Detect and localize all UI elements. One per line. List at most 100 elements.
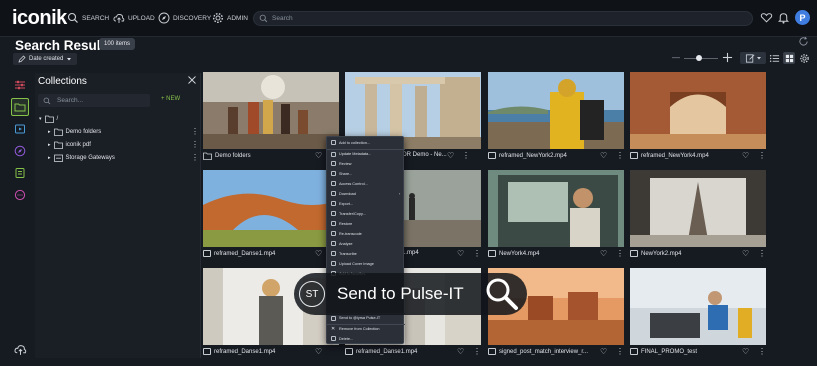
tree-item-demo-folders[interactable]: ▸ Demo folders bbox=[48, 128, 101, 136]
rail-comments[interactable] bbox=[11, 186, 29, 204]
rail-media[interactable] bbox=[11, 120, 29, 138]
asset-thumbnail[interactable] bbox=[203, 170, 339, 247]
more-icon[interactable]: ⋮ bbox=[616, 151, 624, 160]
upload-cloud-icon[interactable] bbox=[14, 343, 27, 356]
more-icon[interactable]: ⋮ bbox=[191, 154, 199, 162]
favorite-icon[interactable]: ♡ bbox=[315, 347, 322, 356]
asset-name: reframed_Danse1.mp4 bbox=[356, 348, 418, 355]
asset-tile[interactable]: FINAL_PROMO_test ♡ ⋮ bbox=[630, 268, 766, 366]
menu-item-retranscode[interactable]: Re-transcode bbox=[327, 229, 405, 238]
tree-root[interactable]: ▾ / bbox=[39, 115, 58, 123]
menu-item-update-metadata[interactable]: Update Metadata... bbox=[327, 149, 405, 158]
asset-name: reframed_Danse1.mp4 bbox=[214, 250, 276, 257]
nav-search[interactable]: SEARCH bbox=[67, 12, 109, 24]
heart-icon[interactable] bbox=[760, 11, 773, 24]
rail-documents[interactable] bbox=[11, 164, 29, 182]
tree-item-storage-gateways[interactable]: ▸ Storage Gateways bbox=[48, 154, 115, 162]
more-icon[interactable]: ⋮ bbox=[462, 151, 470, 160]
view-settings-button[interactable] bbox=[798, 52, 810, 64]
menu-item-delete[interactable]: Delete... bbox=[327, 334, 405, 343]
asset-thumbnail[interactable] bbox=[630, 268, 766, 345]
menu-item-share[interactable]: Share... bbox=[327, 169, 405, 178]
menu-item-review[interactable]: Review bbox=[327, 159, 405, 168]
nav-discovery[interactable]: DISCOVERY bbox=[158, 12, 211, 24]
asset-thumbnail[interactable] bbox=[488, 170, 624, 247]
app-logo[interactable]: iconik bbox=[12, 7, 67, 30]
asset-thumbnail[interactable] bbox=[630, 72, 766, 149]
more-icon[interactable]: ⋮ bbox=[473, 249, 481, 258]
menu-item-label: Add to collection... bbox=[339, 140, 371, 145]
collection-icon bbox=[331, 140, 336, 145]
menu-item-remove-from-collection[interactable]: ✕ Remove from Collection bbox=[327, 324, 405, 333]
menu-item-access-control[interactable]: Access Control... bbox=[327, 179, 405, 188]
trash-icon bbox=[331, 336, 336, 341]
asset-thumbnail[interactable] bbox=[630, 170, 766, 247]
favorite-icon[interactable]: ♡ bbox=[742, 151, 749, 160]
close-icon[interactable] bbox=[187, 75, 197, 85]
new-collection-button[interactable]: + NEW bbox=[161, 96, 180, 102]
favorite-icon[interactable]: ♡ bbox=[315, 249, 322, 258]
panel-title: Collections bbox=[38, 76, 87, 87]
list-view-button[interactable] bbox=[768, 52, 780, 64]
more-icon[interactable]: ⋮ bbox=[473, 347, 481, 356]
menu-item-transfer-copy[interactable]: Transfer/Copy... bbox=[327, 209, 405, 218]
more-icon[interactable]: ⋮ bbox=[758, 347, 766, 356]
send-to-pulse-overlay[interactable]: ST Send to Pulse-IT bbox=[294, 273, 527, 315]
menu-item-export[interactable]: Export... bbox=[327, 199, 405, 208]
menu-item-restore[interactable]: Restore bbox=[327, 219, 405, 228]
grid-view-button[interactable] bbox=[783, 52, 795, 64]
chevron-right-icon: ▸ bbox=[48, 129, 51, 135]
asset-name: reframed_Danse1.mp4 bbox=[214, 348, 276, 355]
menu-item-add-to-collection[interactable]: Add to collection... bbox=[327, 138, 405, 147]
rail-discovery[interactable] bbox=[11, 142, 29, 160]
more-icon[interactable]: ⋮ bbox=[191, 141, 199, 149]
asset-tile[interactable]: reframed_NewYork2.mp4 ♡ ⋮ bbox=[488, 72, 624, 170]
zoom-in-icon[interactable] bbox=[722, 52, 733, 63]
asset-tile[interactable]: NewYork2.mp4 ♡ ⋮ bbox=[630, 170, 766, 268]
nav-admin[interactable]: ADMIN bbox=[212, 12, 248, 24]
favorite-icon[interactable]: ♡ bbox=[600, 347, 607, 356]
favorite-icon[interactable]: ♡ bbox=[742, 249, 749, 258]
favorite-icon[interactable]: ♡ bbox=[457, 249, 464, 258]
zoom-out-icon[interactable]: — bbox=[672, 54, 680, 62]
nav-upload[interactable]: UPLOAD bbox=[113, 12, 155, 24]
tree-item-label: iconik pdf bbox=[65, 142, 91, 148]
favorite-icon[interactable]: ♡ bbox=[457, 347, 464, 356]
user-avatar[interactable]: P bbox=[795, 10, 810, 25]
favorite-icon[interactable]: ♡ bbox=[600, 249, 607, 258]
favorite-icon[interactable]: ♡ bbox=[447, 151, 454, 160]
menu-item-label: Analyze bbox=[339, 241, 353, 246]
asset-tile[interactable]: reframed_NewYork4.mp4 ♡ ⋮ bbox=[630, 72, 766, 170]
thumbnail-image bbox=[488, 72, 624, 149]
more-icon[interactable]: ⋮ bbox=[758, 151, 766, 160]
more-icon[interactable]: ⋮ bbox=[616, 249, 624, 258]
favorite-icon[interactable]: ♡ bbox=[315, 151, 322, 160]
asset-tile[interactable]: NewYork4.mp4 ♡ ⋮ bbox=[488, 170, 624, 268]
menu-item-transcribe[interactable]: Transcribe bbox=[327, 249, 405, 258]
asset-caption: reframed_NewYork2.mp4 ♡ ⋮ bbox=[488, 151, 624, 160]
asset-thumbnail[interactable] bbox=[488, 72, 624, 149]
favorite-icon[interactable]: ♡ bbox=[600, 151, 607, 160]
collections-search-input[interactable]: Search... bbox=[38, 94, 150, 107]
tree-item-label: Storage Gateways bbox=[65, 155, 115, 161]
menu-item-download[interactable]: Download › bbox=[327, 189, 405, 198]
asset-thumbnail[interactable] bbox=[203, 72, 339, 149]
sort-dropdown[interactable]: Date created bbox=[13, 53, 78, 65]
zoom-slider-handle[interactable] bbox=[696, 55, 702, 61]
video-file-icon bbox=[345, 348, 353, 355]
rail-collections[interactable] bbox=[11, 98, 29, 116]
bell-icon[interactable] bbox=[777, 11, 790, 24]
global-search-input[interactable]: Search bbox=[253, 11, 753, 26]
rail-filters[interactable] bbox=[11, 76, 29, 94]
more-icon[interactable]: ⋮ bbox=[758, 249, 766, 258]
more-icon[interactable]: ⋮ bbox=[616, 347, 624, 356]
more-icon[interactable]: ⋮ bbox=[191, 128, 199, 136]
favorite-icon[interactable]: ♡ bbox=[742, 347, 749, 356]
tree-item-iconik-pdf[interactable]: ▸ iconik pdf bbox=[48, 141, 91, 149]
refresh-icon[interactable] bbox=[798, 36, 809, 47]
menu-item-upload-cover[interactable]: Upload Cover Image bbox=[327, 259, 405, 268]
asset-tile[interactable]: reframed_Danse1.mp4 ♡ bbox=[203, 170, 339, 268]
menu-item-analyze[interactable]: Analyze bbox=[327, 239, 405, 248]
bulk-edit-button[interactable] bbox=[740, 52, 766, 64]
asset-tile[interactable]: Demo folders ♡ bbox=[203, 72, 339, 170]
